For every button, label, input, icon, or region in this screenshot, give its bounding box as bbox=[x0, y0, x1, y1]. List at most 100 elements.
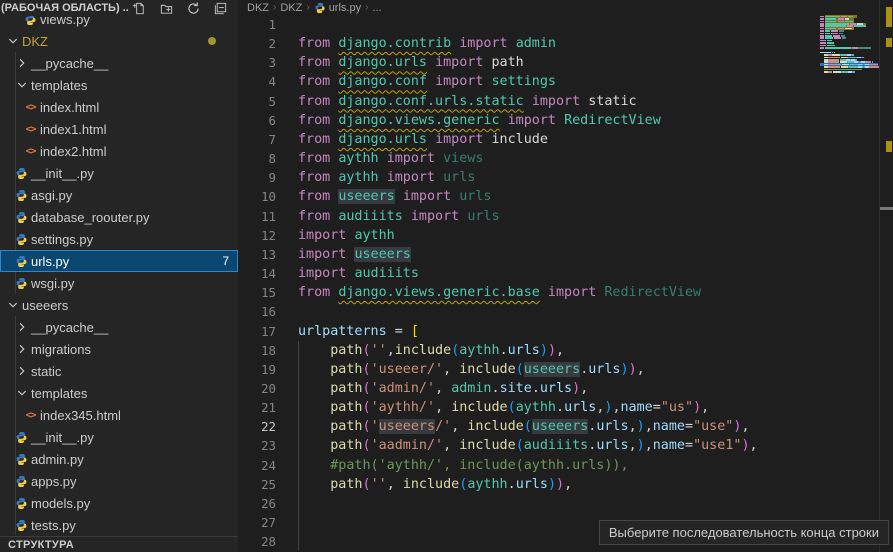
tree-item-admin-py[interactable]: admin.py bbox=[0, 448, 238, 470]
line-content: import audiiits bbox=[298, 264, 419, 283]
line-number: 23 bbox=[238, 436, 276, 455]
code-line-11[interactable]: 11from audiiits import urls bbox=[238, 207, 820, 226]
explorer-section-header[interactable]: (РАБОЧАЯ ОБЛАСТЬ) ... bbox=[0, 0, 238, 16]
vscode-window: (РАБОЧАЯ ОБЛАСТЬ) ... views.pyDKZ__pycac… bbox=[0, 0, 893, 552]
minimap[interactable] bbox=[820, 13, 878, 133]
tree-item-apps-py[interactable]: apps.py bbox=[0, 470, 238, 492]
tree-item-templates[interactable]: templates bbox=[0, 382, 238, 404]
tree-item-static[interactable]: static bbox=[0, 360, 238, 382]
tree-item--init-py[interactable]: __init__.py bbox=[0, 426, 238, 448]
line-number: 1 bbox=[238, 15, 276, 34]
breadcrumb-item-dkz[interactable]: DKZ bbox=[247, 2, 269, 14]
breadcrumb-item-dkz[interactable]: DKZ bbox=[280, 2, 302, 14]
collapse-all-icon[interactable] bbox=[210, 0, 230, 16]
tree-item-label: admin.py bbox=[31, 452, 84, 467]
explorer-actions bbox=[129, 0, 230, 16]
python-file-icon bbox=[12, 187, 31, 203]
tree-item-label: __init__.py bbox=[31, 430, 94, 445]
tree-item-database-roouter-py[interactable]: database_roouter.py bbox=[0, 206, 238, 228]
code-line-8[interactable]: 8from aythh import views bbox=[238, 149, 820, 168]
line-number: 15 bbox=[238, 283, 276, 302]
tree-item-useeers[interactable]: useeers bbox=[0, 294, 238, 316]
code-line-23[interactable]: 23 path('aadmin/', include(audiiits.urls… bbox=[238, 436, 820, 455]
line-content: #path('aythh/', include(aythh.urls)), bbox=[298, 456, 629, 475]
python-file-icon bbox=[12, 209, 31, 225]
code-area[interactable]: 12from django.contrib import admin3from … bbox=[238, 15, 820, 552]
code-line-15[interactable]: 15from django.views.generic.base import … bbox=[238, 283, 820, 302]
line-number: 2 bbox=[238, 34, 276, 53]
code-line-17[interactable]: 17urlpatterns = [ bbox=[238, 322, 820, 341]
code-line-4[interactable]: 4 from django.conf import settings bbox=[238, 72, 820, 91]
breadcrumb-item--[interactable]: ... bbox=[372, 2, 381, 14]
line-content: path('useeers/', include(useeers.urls,),… bbox=[298, 417, 750, 436]
breadcrumb-separator: › bbox=[365, 2, 368, 13]
new-folder-icon[interactable] bbox=[156, 0, 176, 16]
tree-item-label: models.py bbox=[31, 496, 90, 511]
code-line-24[interactable]: 24 #path('aythh/', include(aythh.urls)), bbox=[238, 456, 820, 475]
code-line-26[interactable]: 26 bbox=[238, 494, 820, 513]
line-number: 4 bbox=[238, 72, 276, 91]
code-line-14[interactable]: 14 import audiiits bbox=[238, 264, 820, 283]
breadcrumb-separator: › bbox=[306, 2, 309, 13]
tree-item-index1-html[interactable]: <>index1.html bbox=[0, 118, 238, 140]
line-content: from django.conf.urls.static import stat… bbox=[298, 92, 637, 111]
tree-item-settings-py[interactable]: settings.py bbox=[0, 228, 238, 250]
tree-item-index2-html[interactable]: <>index2.html bbox=[0, 140, 238, 162]
tree-item-index-html[interactable]: <>index.html bbox=[0, 96, 238, 118]
code-line-18[interactable]: 18 path('',include(aythh.urls)), bbox=[238, 341, 820, 360]
tree-item--pycache-[interactable]: __pycache__ bbox=[0, 316, 238, 338]
breadcrumb-item-urls-py[interactable]: urls.py bbox=[314, 2, 361, 14]
tree-item-label: wsgi.py bbox=[31, 276, 74, 291]
code-line-10[interactable]: 10from useeers import urls bbox=[238, 187, 820, 206]
code-line-5[interactable]: 5from django.conf.urls.static import sta… bbox=[238, 92, 820, 111]
chevron-right-icon bbox=[12, 319, 31, 335]
chevron-down-icon bbox=[12, 77, 31, 93]
code-line-13[interactable]: 13import useeers bbox=[238, 245, 820, 264]
code-line-6[interactable]: 6from django.views.generic import Redire… bbox=[238, 111, 820, 130]
tree-item-label: __pycache__ bbox=[31, 320, 108, 335]
code-line-1[interactable]: 1 bbox=[238, 15, 820, 34]
code-line-20[interactable]: 20 path('admin/', admin.site.urls), bbox=[238, 379, 820, 398]
code-line-9[interactable]: 9from aythh import urls bbox=[238, 168, 820, 187]
code-line-21[interactable]: 21 path('aythh/', include(aythh.urls,),n… bbox=[238, 398, 820, 417]
python-icon bbox=[314, 2, 326, 14]
tree-item--pycache-[interactable]: __pycache__ bbox=[0, 52, 238, 74]
tree-item-label: index2.html bbox=[40, 144, 106, 159]
file-tree: views.pyDKZ__pycache__templates<>index.h… bbox=[0, 8, 238, 536]
outline-section-header[interactable]: СТРУКТУРА bbox=[0, 536, 238, 552]
outline-label: СТРУКТУРА bbox=[0, 539, 74, 551]
tree-item-asgi-py[interactable]: asgi.py bbox=[0, 184, 238, 206]
code-line-3[interactable]: 3from django.urls import path bbox=[238, 53, 820, 72]
tree-item-label: asgi.py bbox=[31, 188, 72, 203]
code-line-22[interactable]: 22 path('useeers/', include(useeers.urls… bbox=[238, 417, 820, 436]
new-file-icon[interactable] bbox=[129, 0, 149, 16]
tree-item--init-py[interactable]: __init__.py bbox=[0, 162, 238, 184]
python-file-icon bbox=[12, 275, 31, 291]
line-number: 14 bbox=[238, 264, 276, 283]
line-content: path('', include(aythh.urls)), bbox=[298, 475, 572, 494]
tree-item-tests-py[interactable]: tests.py bbox=[0, 514, 238, 536]
line-number: 27 bbox=[238, 513, 276, 532]
code-line-2[interactable]: 2from django.contrib import admin bbox=[238, 34, 820, 53]
tree-item-templates[interactable]: templates bbox=[0, 74, 238, 96]
editor-pane[interactable]: DKZ›DKZ›urls.py›... 12from django.contri… bbox=[238, 0, 893, 552]
python-file-icon bbox=[12, 253, 31, 269]
python-file-icon bbox=[12, 165, 31, 181]
tree-item-dkz[interactable]: DKZ bbox=[0, 30, 238, 52]
tree-item-models-py[interactable]: models.py bbox=[0, 492, 238, 514]
code-line-25[interactable]: 25 path('', include(aythh.urls)), bbox=[238, 475, 820, 494]
tree-item-wsgi-py[interactable]: wsgi.py bbox=[0, 272, 238, 294]
tree-item-index345-html[interactable]: <>index345.html bbox=[0, 404, 238, 426]
tree-item-label: tests.py bbox=[31, 518, 76, 533]
line-number: 3 bbox=[238, 53, 276, 72]
code-line-7[interactable]: 7from django.urls import include bbox=[238, 130, 820, 149]
line-number: 11 bbox=[238, 207, 276, 226]
refresh-icon[interactable] bbox=[183, 0, 203, 16]
code-line-12[interactable]: 12import aythh bbox=[238, 226, 820, 245]
code-line-19[interactable]: 19 path('useeer/', include(useeers.urls)… bbox=[238, 360, 820, 379]
line-content: from django.conf import settings bbox=[298, 72, 556, 91]
line-number: 17 bbox=[238, 322, 276, 341]
code-line-16[interactable]: 16 bbox=[238, 302, 820, 321]
tree-item-urls-py[interactable]: urls.py7 bbox=[0, 250, 238, 272]
tree-item-migrations[interactable]: migrations bbox=[0, 338, 238, 360]
